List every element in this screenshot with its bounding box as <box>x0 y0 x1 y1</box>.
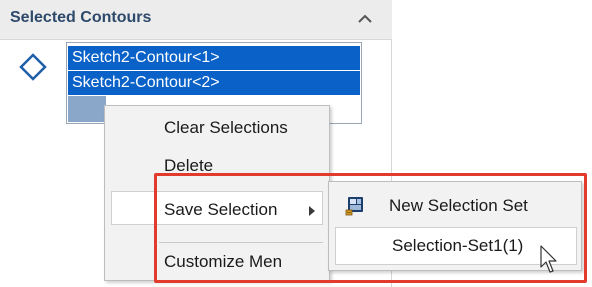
submenu-item-new-selection-set[interactable]: New Selection Set <box>333 188 577 222</box>
list-item[interactable]: Sketch2-Contour<1> <box>68 46 360 72</box>
panel-title: Selected Contours <box>10 9 152 26</box>
selection-set-icon <box>345 196 367 221</box>
menu-item-clear-selections[interactable]: Clear Selections <box>105 110 329 144</box>
menu-item-customize-menu[interactable]: Customize Men <box>105 244 329 278</box>
submenu-item-label: New Selection Set <box>389 196 528 215</box>
mouse-cursor-icon <box>540 245 560 280</box>
chevron-up-icon <box>358 14 372 23</box>
submenu-arrow-icon <box>308 204 316 222</box>
context-menu: Clear Selections Delete Save Selection C… <box>104 105 330 281</box>
collapse-button[interactable] <box>352 8 378 30</box>
diamond-icon <box>18 52 48 87</box>
submenu-item-label: Selection-Set1(1) <box>392 236 524 255</box>
menu-item-label: Save Selection <box>164 200 278 219</box>
menu-item-save-selection[interactable]: Save Selection <box>111 191 323 225</box>
menu-item-label: Delete <box>164 156 214 175</box>
menu-item-label: Customize Men <box>164 252 283 271</box>
list-selection-remainder <box>68 96 106 122</box>
list-item[interactable]: Sketch2-Contour<2> <box>68 71 360 95</box>
menu-item-label: Clear Selections <box>164 118 288 137</box>
list-item-label: Sketch2-Contour<1> <box>72 49 220 66</box>
list-item-label: Sketch2-Contour<2> <box>72 74 220 91</box>
menu-item-delete[interactable]: Delete <box>105 148 329 182</box>
panel-header[interactable]: Selected Contours <box>0 0 392 40</box>
menu-separator <box>159 242 323 243</box>
